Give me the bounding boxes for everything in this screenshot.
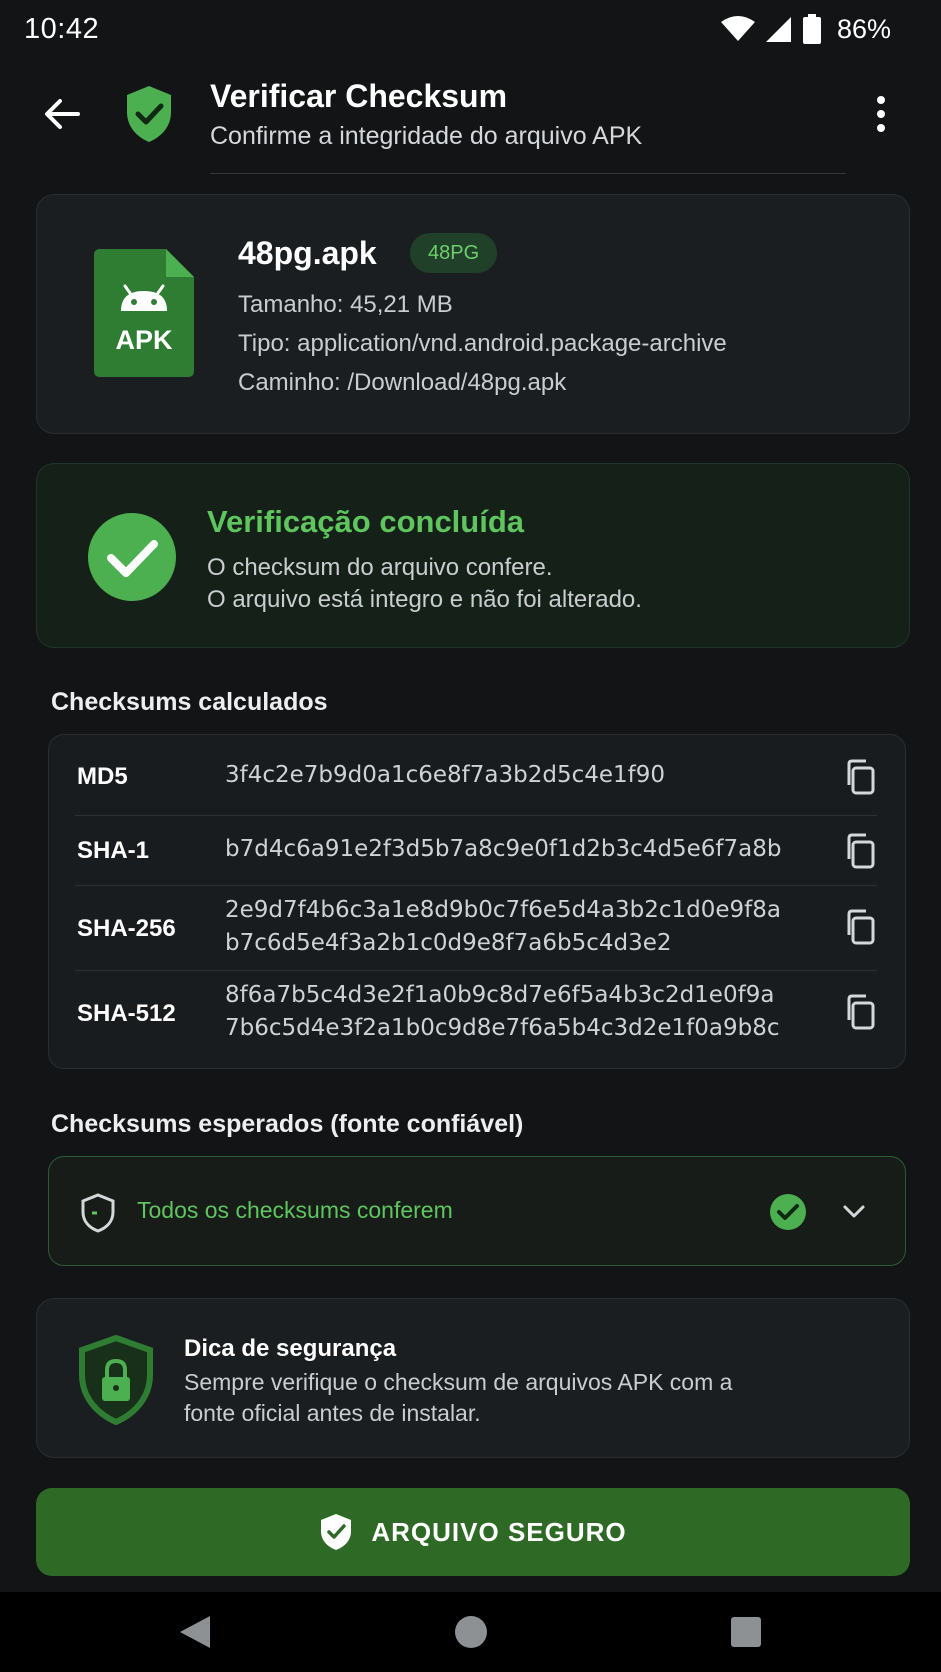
checksum-row-md5: MD5 3f4c2e7b9d0a1c6e8f7a3b2d5c4e1f90 xyxy=(49,735,907,816)
checksum-algo: SHA-512 xyxy=(77,1000,176,1027)
status-time: 10:42 xyxy=(24,12,100,45)
copy-icon[interactable] xyxy=(844,833,876,869)
checksum-value: 3f4c2e7b9d0a1c6e8f7a3b2d5c4e1f90 xyxy=(225,762,666,788)
checksum-value: 8f6a7b5c4d3e2f1a0b9c8d7e6f5a4b3c2d1e0f9a… xyxy=(225,982,780,1041)
computed-section-title: Checksums calculados xyxy=(51,688,328,716)
safe-file-label: ARQUIVO SEGURO xyxy=(371,1516,627,1547)
checksum-list: MD5 3f4c2e7b9d0a1c6e8f7a3b2d5c4e1f90 SHA… xyxy=(48,734,906,1069)
page-subtitle: Confirme a integridade do arquivo APK xyxy=(210,122,643,150)
back-arrow-icon[interactable] xyxy=(40,92,84,136)
battery-icon xyxy=(802,14,821,44)
status-bar: 10:42 86% xyxy=(0,0,941,58)
checksum-algo: SHA-256 xyxy=(77,915,176,942)
checksum-row-sha1: SHA-1 b7d4c6a91e2f3d5b7a8c9e0f1d2b3c4d5e… xyxy=(49,815,907,886)
file-type: Tipo: application/vnd.android.package-ar… xyxy=(238,330,727,357)
more-vert-icon[interactable] xyxy=(866,94,896,134)
expected-section-title: Checksums esperados (fonte confiável) xyxy=(51,1110,524,1138)
checksum-row-sha256: SHA-256 2e9d7f4b6c3a1e8d9b0c7f6e5d4a3b2c… xyxy=(49,885,907,971)
appbar-divider xyxy=(210,173,846,174)
checksum-algo: SHA-1 xyxy=(77,837,150,864)
file-size: Tamanho: 45,21 MB xyxy=(238,291,453,318)
expected-checksums-dropdown[interactable]: Todos os checksums conferem xyxy=(48,1156,906,1266)
verification-title: Verificação concluída xyxy=(207,504,525,539)
apk-file-icon xyxy=(94,249,194,377)
apk-icon-label: APK xyxy=(115,325,173,355)
check-circle-icon xyxy=(88,513,176,601)
tip-line-2: fonte oficial antes de instalar. xyxy=(184,1400,481,1426)
check-circle-icon xyxy=(770,1194,806,1230)
copy-icon[interactable] xyxy=(844,994,876,1030)
verification-result-card: Verificação concluída O checksum do arqu… xyxy=(36,463,910,648)
file-badge: 48PG xyxy=(410,233,498,273)
status-icons: 86% xyxy=(720,13,891,45)
file-info-card: APK 48pg.apk 48PG Tamanho: 45,21 MB Tipo… xyxy=(36,194,910,434)
expected-status-text: Todos os checksums conferem xyxy=(137,1197,453,1223)
checksum-value: 2e9d7f4b6c3a1e8d9b0c7f6e5d4a3b2c1d0e9f8a… xyxy=(225,897,781,956)
app-bar: Verificar Checksum Confirme a integridad… xyxy=(0,62,941,174)
nav-back-icon[interactable] xyxy=(172,1610,216,1654)
tip-title: Dica de segurança xyxy=(184,1335,397,1362)
copy-icon[interactable] xyxy=(844,759,876,795)
safe-file-button[interactable]: ARQUIVO SEGURO xyxy=(36,1488,910,1576)
shield-lock-icon xyxy=(79,1335,153,1425)
verification-line-2: O arquivo está integro e não foi alterad… xyxy=(207,586,642,613)
system-nav-bar xyxy=(0,1592,941,1672)
shield-check-icon xyxy=(321,1514,352,1550)
checksum-algo: MD5 xyxy=(77,763,128,790)
shield-outline-icon xyxy=(81,1193,115,1233)
page-title: Verificar Checksum xyxy=(210,78,508,114)
shield-check-icon xyxy=(127,86,171,142)
nav-recents-icon[interactable] xyxy=(724,1610,768,1654)
chevron-down-icon[interactable] xyxy=(839,1197,869,1227)
file-name: 48pg.apk xyxy=(238,235,377,271)
verification-line-1: O checksum do arquivo confere. xyxy=(207,554,553,581)
checksum-row-sha512: SHA-512 8f6a7b5c4d3e2f1a0b9c8d7e6f5a4b3c… xyxy=(49,970,907,1065)
wifi-icon xyxy=(720,16,755,41)
security-tip-card: Dica de segurança Sempre verifique o che… xyxy=(36,1298,910,1458)
tip-line-1: Sempre verifique o checksum de arquivos … xyxy=(184,1369,733,1395)
nav-home-icon[interactable] xyxy=(449,1610,493,1654)
file-path: Caminho: /Download/48pg.apk xyxy=(238,369,567,396)
checksum-value: b7d4c6a91e2f3d5b7a8c9e0f1d2b3c4d5e6f7a8b xyxy=(225,836,782,862)
copy-icon[interactable] xyxy=(844,909,876,945)
signal-icon xyxy=(765,17,791,42)
battery-percent: 86% xyxy=(836,13,891,44)
